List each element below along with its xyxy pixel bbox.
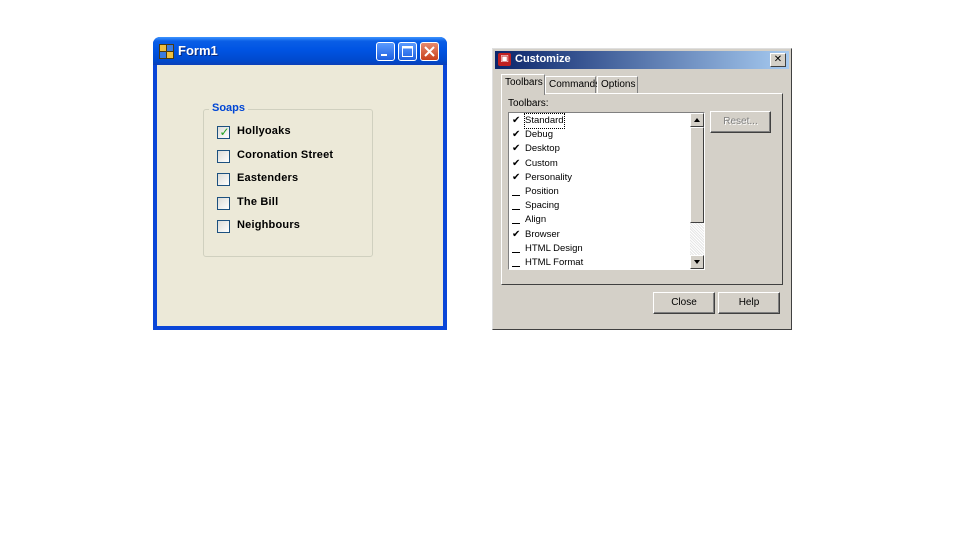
scroll-down-button[interactable]: [690, 255, 704, 269]
customize-title-bar[interactable]: ▣ Customize ✕: [495, 51, 789, 69]
toolbar-item-label: Personality: [525, 171, 572, 183]
toolbar-item-label: Debug: [525, 129, 553, 141]
scroll-thumb[interactable]: [690, 127, 704, 223]
check-icon[interactable]: ✔: [512, 142, 521, 155]
toolbar-list-item[interactable]: HTML Design: [511, 242, 691, 256]
toolbar-list-item[interactable]: ✔ Desktop: [511, 142, 691, 156]
checkbox-label: Eastenders: [237, 172, 299, 184]
checkbox-label: Coronation Street: [237, 148, 334, 161]
arrow-up-icon: [694, 118, 700, 122]
toolbar-item-label: Position: [525, 186, 559, 197]
toolbar-item-label: Standard: [524, 113, 565, 129]
listbox-scrollbar[interactable]: [690, 113, 704, 269]
arrow-down-icon: [694, 260, 700, 264]
toolbars-list-label: Toolbars:: [508, 98, 549, 109]
close-icon: ✕: [773, 54, 783, 65]
groupbox-title: Soaps: [209, 102, 249, 114]
close-button[interactable]: [420, 42, 439, 61]
tab-label: Toolbars: [505, 77, 543, 88]
toolbar-list-item[interactable]: HTML Format: [511, 256, 691, 269]
form1-client-area: Soaps ✓ Hollyoaks Coronation Street Eastend…: [157, 65, 443, 326]
toolbar-list-item[interactable]: ✔ Browser: [511, 228, 691, 242]
toolbar-list-item[interactable]: Position: [511, 185, 691, 199]
toolbar-item-label: Custom: [525, 157, 558, 169]
check-icon[interactable]: ✔: [512, 171, 521, 184]
checkbox[interactable]: [217, 220, 230, 233]
checkbox-label: Hollyoaks: [237, 125, 291, 137]
toolbar-list-item[interactable]: ✔ Standard: [511, 113, 691, 129]
app-icon: ▣: [498, 53, 511, 66]
form1-title-bar[interactable]: Form1: [153, 37, 447, 65]
checkbox[interactable]: [217, 149, 230, 163]
form1-window: Form1 Soaps ✓ Hollyoaks Coronation Street E…: [153, 37, 447, 330]
scroll-up-button[interactable]: [690, 113, 704, 127]
checkbox[interactable]: ✓: [217, 125, 230, 139]
close-dialog-button[interactable]: Close: [653, 292, 715, 314]
toolbar-list-item[interactable]: ✔ Personality: [511, 171, 691, 185]
tab-label: Options: [601, 79, 636, 90]
toolbar-item-label: HTML Format: [525, 257, 584, 268]
toolbar-list-item[interactable]: Align: [511, 213, 691, 227]
dialog-close-button[interactable]: ✕: [770, 53, 786, 67]
checkbox[interactable]: [217, 196, 230, 210]
tab-toolbars[interactable]: Toolbars: [501, 74, 545, 95]
toolbar-list-item[interactable]: Spacing: [511, 199, 691, 213]
help-label: Help: [738, 297, 760, 308]
close-icon: [424, 46, 435, 57]
tab-commands[interactable]: Commands: [545, 76, 600, 94]
minimize-icon: [381, 54, 387, 56]
checkbox-label: Neighbours: [237, 219, 301, 231]
toolbar-item-label: HTML Design: [525, 242, 583, 254]
tab-options[interactable]: Options: [597, 76, 638, 94]
customize-title: Customize: [515, 53, 571, 65]
toolbar-item-label: Spacing: [525, 200, 560, 212]
help-button[interactable]: Help: [718, 292, 780, 314]
customize-dialog: ▣ Customize ✕ Toolbars Commands Options …: [492, 48, 792, 330]
toolbar-item-label: Align: [525, 214, 547, 226]
toolbar-item-label: Browser: [525, 228, 560, 240]
reset-label: Reset...: [723, 116, 758, 127]
check-icon[interactable]: ✔: [512, 157, 521, 170]
form1-title: Form1: [178, 43, 218, 58]
reset-button[interactable]: Reset...: [710, 111, 771, 133]
check-icon[interactable]: ✔: [512, 128, 521, 141]
toolbars-listbox[interactable]: ✔ Standard ✔ Debug ✔ Desktop ✔ Custom ✔ Personali…: [508, 112, 705, 270]
checkbox-label: The Bill: [237, 195, 279, 208]
toolbar-item-label: Desktop: [525, 143, 560, 155]
toolbar-list-item[interactable]: ✔ Debug: [511, 128, 691, 142]
checkbox[interactable]: [217, 173, 230, 186]
minimize-button[interactable]: [376, 42, 395, 61]
check-icon[interactable]: ✔: [512, 114, 521, 127]
check-icon[interactable]: ✔: [512, 228, 521, 241]
check-icon: ✓: [219, 125, 230, 139]
tab-label: Commands: [549, 79, 601, 90]
form-app-icon: [159, 44, 174, 59]
maximize-icon: [402, 46, 413, 57]
maximize-button[interactable]: [398, 42, 417, 61]
toolbar-list-item[interactable]: ✔ Custom: [511, 157, 691, 171]
soaps-groupbox: Soaps ✓ Hollyoaks Coronation Street Eastend…: [203, 102, 373, 257]
close-label: Close: [671, 297, 697, 308]
